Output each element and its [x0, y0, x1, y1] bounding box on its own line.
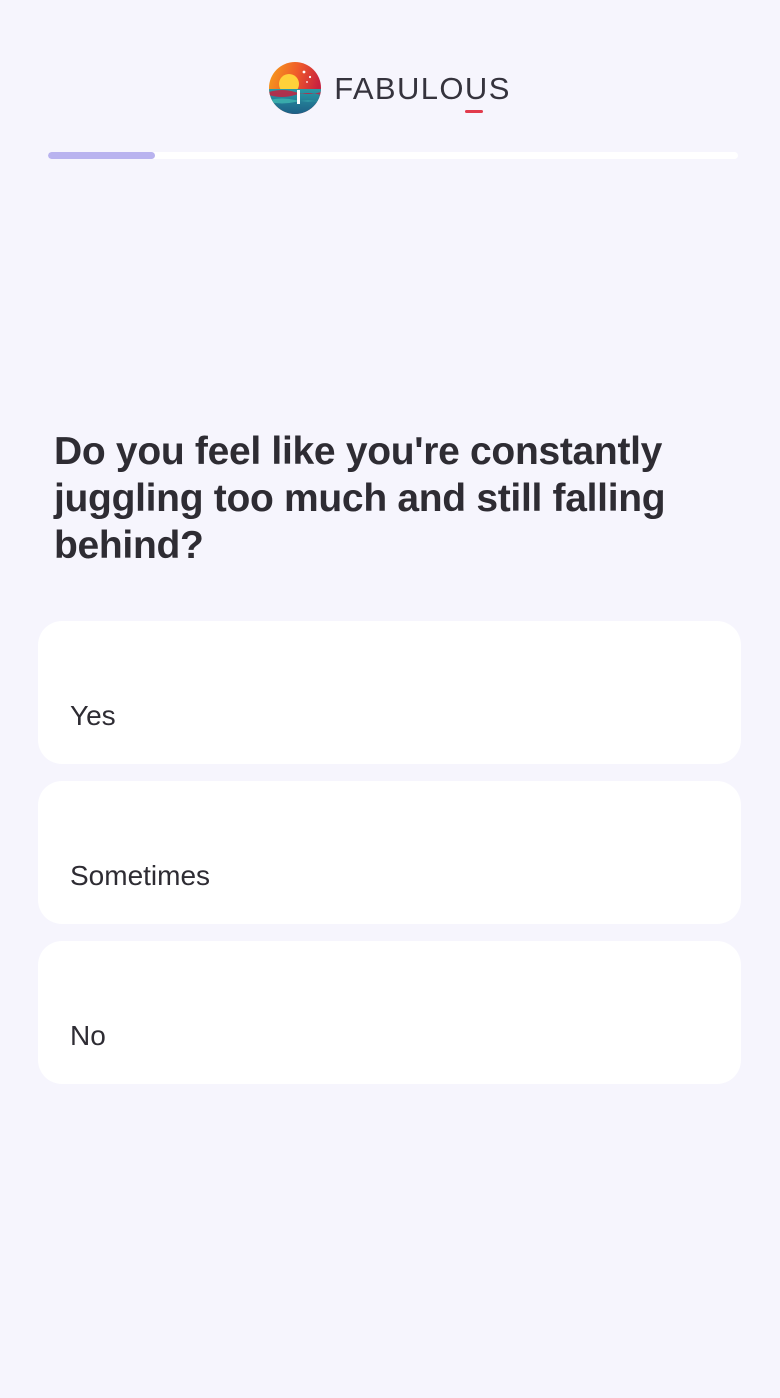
quiz-progress-bar — [48, 152, 738, 159]
answer-options: Yes Sometimes No — [38, 621, 741, 1101]
option-sometimes[interactable]: Sometimes — [38, 781, 741, 924]
option-label: Yes — [70, 700, 116, 731]
brand-wordmark: FABULOUS — [334, 70, 511, 106]
option-label: Sometimes — [70, 860, 211, 891]
app-header: FABULOUS — [0, 60, 780, 116]
quiz-progress-fill — [48, 152, 155, 159]
option-no[interactable]: No — [38, 941, 741, 1084]
brand-accent-underline — [464, 109, 483, 113]
fabulous-logo-icon — [269, 62, 322, 114]
brand-name: FABULOUS — [334, 70, 511, 113]
question-title: Do you feel like you're constantly juggl… — [54, 430, 666, 567]
option-yes[interactable]: Yes — [38, 621, 741, 764]
option-label: No — [70, 1020, 106, 1051]
